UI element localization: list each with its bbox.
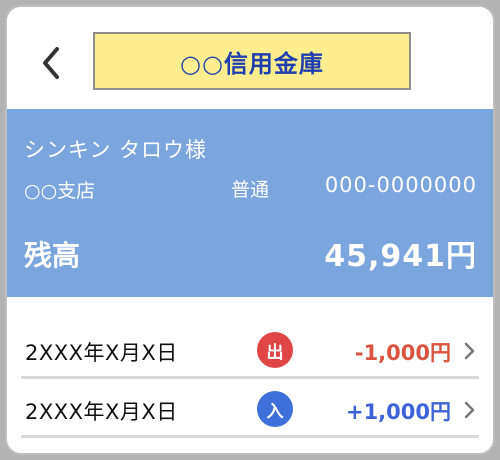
transaction-date: 2XXX年X月X日 [25, 341, 178, 365]
account-number: 000-0000000 [324, 173, 477, 197]
withdrawal-badge: 出 [257, 332, 293, 368]
back-button[interactable] [37, 43, 65, 83]
branch-name: ○○支店 [24, 180, 96, 202]
balance-label: 残高 [24, 239, 81, 272]
account-type: 普通 [231, 179, 270, 201]
chevron-left-icon [43, 47, 59, 79]
deposit-badge: 入 [257, 391, 293, 427]
transaction-row[interactable]: 2XXX年X月X日 入 +1,000円 [21, 382, 479, 438]
header: ○○信用金庫 [7, 7, 493, 109]
account-panel: シンキン タロウ様 ○○支店 普通 000-0000000 残高 45,941円 [7, 109, 493, 297]
transaction-amount: +1,000円 [345, 400, 451, 424]
chevron-right-icon [464, 401, 475, 419]
app-frame: ○○信用金庫 シンキン タロウ様 ○○支店 普通 000-0000000 残高 … [5, 5, 495, 455]
transaction-row[interactable]: 2XXX年X月X日 出 -1,000円 [21, 323, 479, 379]
transaction-date: 2XXX年X月X日 [25, 400, 178, 424]
bank-name-title: ○○信用金庫 [93, 32, 411, 90]
chevron-right-icon [464, 342, 475, 360]
balance-value: 45,941円 [324, 239, 477, 274]
transaction-amount: -1,000円 [354, 341, 451, 365]
account-holder-name: シンキン タロウ様 [24, 138, 208, 162]
